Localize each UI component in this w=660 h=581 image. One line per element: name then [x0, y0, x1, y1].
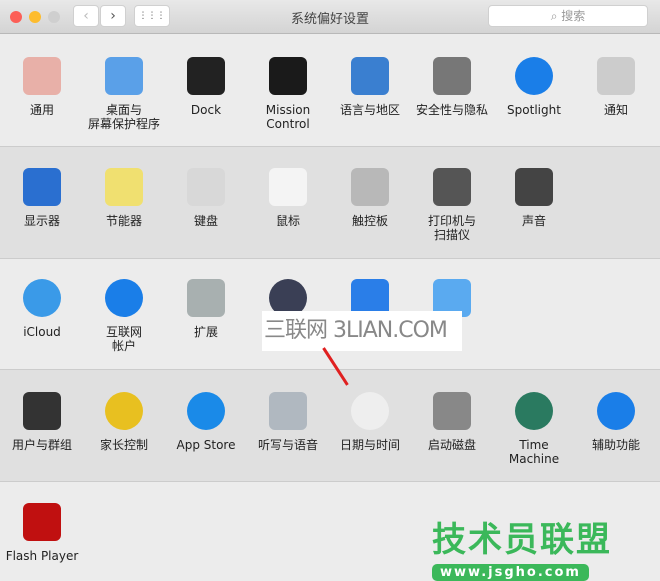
pref-item-label: App Store [176, 438, 236, 452]
dock-icon [187, 57, 225, 95]
pref-item-label: 听写与语音 [257, 438, 318, 452]
pref-item-trackpad[interactable]: 触控板 [329, 168, 411, 228]
pref-item-flag[interactable]: 语言与地区 [329, 57, 411, 117]
pref-item-speaker[interactable]: 声音 [493, 168, 575, 228]
pref-item-label: 扩展 [193, 325, 218, 339]
pref-item-mission-control[interactable]: Mission Control [247, 57, 329, 131]
pref-item-notifications[interactable]: 通知 [575, 57, 657, 117]
mission-control-icon [269, 57, 307, 95]
pref-item-accessibility[interactable]: 辅助功能 [575, 392, 657, 452]
pref-item-label: 启动磁盘 [427, 438, 476, 452]
pref-item-label: 触控板 [351, 214, 388, 228]
pref-item-label: 桌面与 屏幕保护程序 [87, 103, 160, 131]
pref-item-label: 日期与时间 [339, 438, 400, 452]
appstore-icon [187, 392, 225, 430]
pref-item-label: 辅助功能 [591, 438, 640, 452]
pref-item-label: 声音 [521, 214, 546, 228]
pref-item-general[interactable]: 通用 [1, 57, 83, 117]
pref-item-label: 用户与群组 [11, 438, 72, 452]
pref-item-label: Dock [190, 103, 222, 117]
pref-item-label: 语言与地区 [339, 103, 400, 117]
flash-icon [23, 503, 61, 541]
search-input[interactable]: ⌕ 搜索 [488, 5, 648, 27]
users-icon [23, 392, 61, 430]
pref-item-flash[interactable]: Flash Player [1, 503, 83, 563]
pref-item-label: 节能器 [105, 214, 142, 228]
trackpad-icon [351, 168, 389, 206]
pref-item-label: Mission Control [265, 103, 311, 131]
search-placeholder: 搜索 [561, 9, 586, 23]
spotlight-icon [515, 57, 553, 95]
pref-item-label: Flash Player [5, 549, 79, 563]
pref-item-icloud[interactable]: iCloud [1, 279, 83, 339]
accessibility-icon [597, 392, 635, 430]
pref-item-bulb[interactable]: 节能器 [83, 168, 165, 228]
pref-item-label: 打印机与 扫描仪 [427, 214, 476, 242]
title-bar: ‹ › ⋮⋮⋮ 系统偏好设置 ⌕ 搜索 [0, 0, 660, 34]
time-machine-icon [515, 392, 553, 430]
pref-item-label: iCloud [23, 325, 61, 339]
security-house-icon [433, 57, 471, 95]
flag-icon [351, 57, 389, 95]
pref-item-desktop[interactable]: 桌面与 屏幕保护程序 [83, 57, 165, 131]
at-icon [105, 279, 143, 317]
notifications-icon [597, 57, 635, 95]
logo-text: 技术员联盟 [432, 520, 612, 560]
site-logo: 技术员联盟 www.jsgho.com [432, 512, 652, 581]
pref-item-appstore[interactable]: App Store [165, 392, 247, 452]
search-icon: ⌕ [550, 9, 562, 23]
pref-item-label: 显示器 [23, 214, 60, 228]
pref-item-display[interactable]: 显示器 [1, 168, 83, 228]
pref-item-puzzle[interactable]: 扩展 [165, 279, 247, 339]
pref-item-parental[interactable]: 家长控制 [83, 392, 165, 452]
pref-item-label: Time Machine [508, 438, 560, 466]
logo-url: www.jsgho.com [432, 564, 589, 581]
desktop-icon [105, 57, 143, 95]
pref-item-printer[interactable]: 打印机与 扫描仪 [411, 168, 493, 242]
pref-item-microphone[interactable]: 听写与语音 [247, 392, 329, 452]
bulb-icon [105, 168, 143, 206]
pref-item-keyboard[interactable]: 键盘 [165, 168, 247, 228]
speaker-icon [515, 168, 553, 206]
puzzle-icon [187, 279, 225, 317]
display-icon [23, 168, 61, 206]
pref-item-security-house[interactable]: 安全性与隐私 [411, 57, 493, 117]
keyboard-icon [187, 168, 225, 206]
pref-item-label: 互联网 帐户 [105, 325, 142, 353]
pref-item-dock[interactable]: Dock [165, 57, 247, 117]
pref-item-users[interactable]: 用户与群组 [1, 392, 83, 452]
disk-icon [433, 392, 471, 430]
printer-icon [433, 168, 471, 206]
pref-item-label: Spotlight [507, 103, 561, 117]
pref-item-disk[interactable]: 启动磁盘 [411, 392, 493, 452]
pref-item-label: 键盘 [193, 214, 218, 228]
pref-item-spotlight[interactable]: Spotlight [493, 57, 575, 117]
pref-item-label: 安全性与隐私 [415, 103, 488, 117]
mouse-icon [269, 168, 307, 206]
pref-item-label: 鼠标 [275, 214, 300, 228]
watermark: 三联网 3LIAN.COM [262, 311, 462, 351]
pref-item-mouse[interactable]: 鼠标 [247, 168, 329, 228]
pref-item-clock[interactable]: 日期与时间 [329, 392, 411, 452]
pref-item-time-machine[interactable]: Time Machine [493, 392, 575, 466]
microphone-icon [269, 392, 307, 430]
clock-icon [351, 392, 389, 430]
pref-item-label: 通用 [29, 103, 54, 117]
icloud-icon [23, 279, 61, 317]
pref-item-label: 家长控制 [99, 438, 148, 452]
general-icon [23, 57, 61, 95]
pref-item-label: 通知 [603, 103, 628, 117]
parental-icon [105, 392, 143, 430]
pref-item-at[interactable]: 互联网 帐户 [83, 279, 165, 353]
